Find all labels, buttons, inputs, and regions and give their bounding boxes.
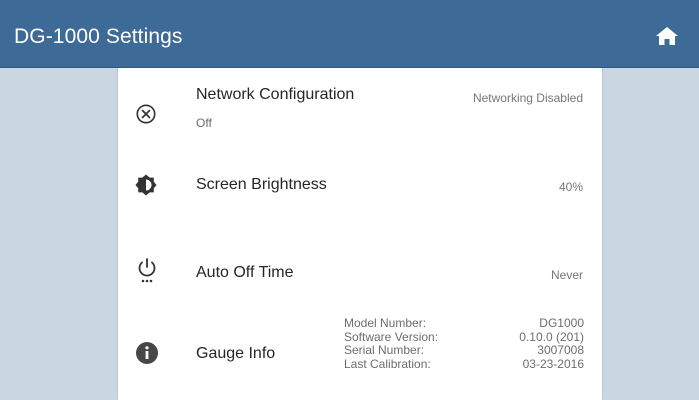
auto-off-time-label: Auto Off Time [196, 264, 294, 281]
gauge-info-detail-row: Last Calibration: 03-23-2016 [344, 356, 584, 372]
serial-number-value: 3007008 [537, 343, 584, 357]
software-version-key: Software Version: [344, 329, 439, 344]
home-button[interactable] [655, 26, 679, 46]
auto-off-time-row[interactable]: Auto Off Time Never [118, 240, 602, 300]
network-configuration-value: Networking Disabled [472, 91, 583, 105]
network-configuration-row[interactable]: Network Configuration Off Networking Dis… [118, 68, 602, 142]
model-number-key: Model Number: [344, 316, 427, 330]
last-calibration-key: Last Calibration: [344, 356, 431, 371]
auto-off-time-value: Never [550, 268, 583, 282]
gauge-info-detail-row: Software Version: 0.10.0 (201) [344, 329, 584, 345]
last-calibration-value: 03-23-2016 [522, 356, 584, 371]
software-version-value: 0.10.0 (201) [519, 329, 584, 344]
gauge-info-detail-row: Serial Number: 3007008 [344, 343, 584, 358]
screen-brightness-value: 40% [558, 180, 583, 194]
gauge-info-details: Model Number: DG1000 Software Version: 0… [344, 316, 584, 372]
info-icon [136, 342, 158, 364]
network-configuration-status: Off [196, 116, 212, 130]
screen-brightness-row[interactable]: Screen Brightness 40% [118, 156, 602, 216]
settings-panel: Network Configuration Off Networking Dis… [118, 68, 602, 400]
screen-brightness-label: Screen Brightness [196, 176, 327, 193]
brightness-icon [135, 174, 157, 196]
power-timer-icon [138, 258, 156, 283]
app-header: DG-1000 Settings [0, 0, 699, 68]
model-number-value: DG1000 [539, 316, 584, 330]
gauge-info-label: Gauge Info [196, 345, 276, 362]
network-configuration-label: Network Configuration [196, 86, 355, 103]
home-icon [656, 27, 678, 45]
app-title: DG-1000 Settings [14, 25, 183, 48]
close-circle-icon [136, 104, 156, 124]
serial-number-key: Serial Number: [344, 343, 425, 357]
gauge-info-detail-row: Model Number: DG1000 [344, 316, 584, 331]
